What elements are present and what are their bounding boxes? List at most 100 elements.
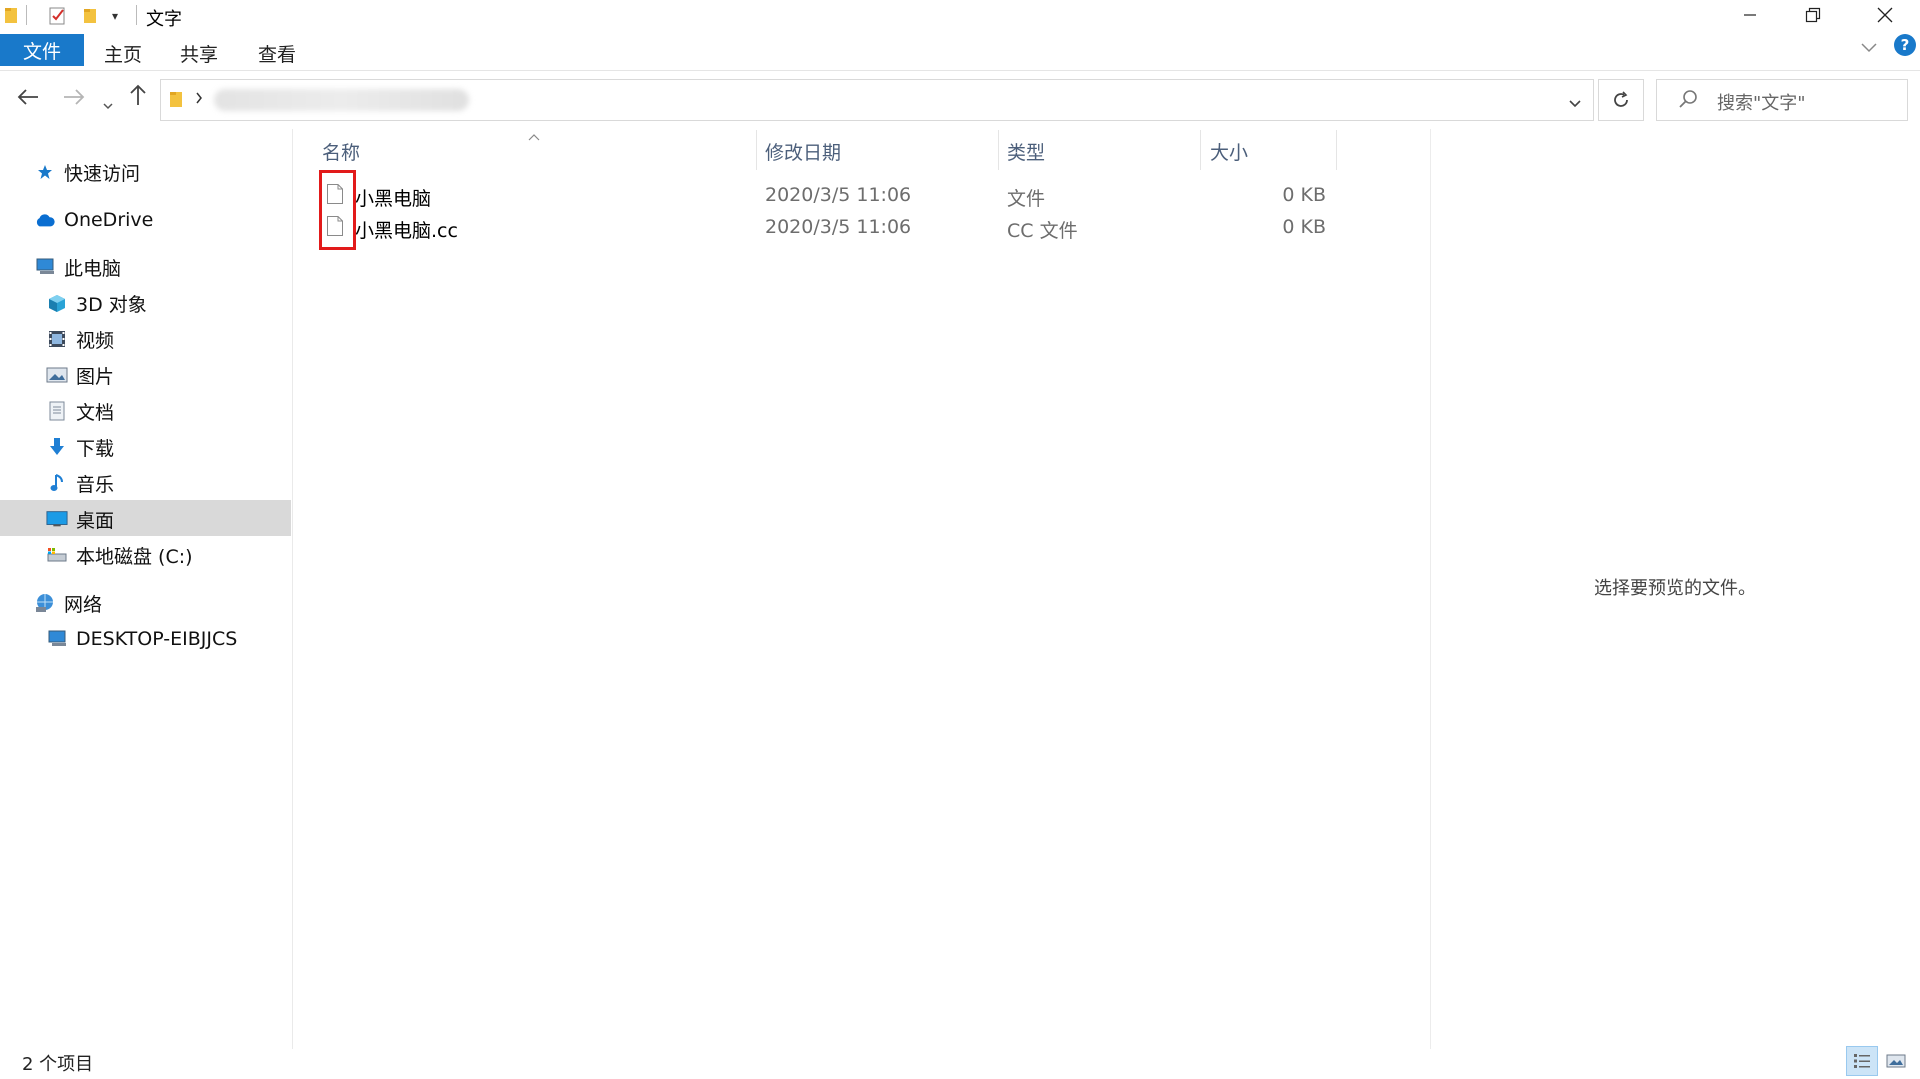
refresh-icon [1614,91,1628,107]
table-row[interactable]: 小黑电脑 2020/3/5 11:06 文件 0 KB [322,179,1332,211]
sidebar-item-label: 3D 对象 [76,293,147,316]
toolbar-separator [136,5,137,25]
breadcrumb-path-blurred[interactable] [214,89,469,111]
column-divider[interactable] [998,130,999,170]
file-name: 小黑电脑.cc [355,220,458,242]
highlight-annotation-box [319,170,356,250]
sidebar-item-label: 此电脑 [64,257,122,280]
video-icon [46,328,68,350]
sidebar-item-documents[interactable]: 文档 [46,394,114,428]
properties-checkmark-icon[interactable] [48,6,68,30]
sidebar-item-label: 本地磁盘 (C:) [76,545,193,568]
file-size: 0 KB [1282,184,1326,206]
file-type: CC 文件 [1007,220,1078,242]
file-size: 0 KB [1282,216,1326,238]
help-button[interactable]: ? [1894,34,1916,56]
ribbon: 文件 主页 共享 查看 ? [0,30,1920,71]
search-placeholder: 搜索"文字" [1717,93,1806,114]
column-divider[interactable] [1336,130,1337,170]
sidebar-item-videos[interactable]: 视频 [46,322,114,356]
toolbar-separator [26,5,27,25]
sidebar-item-downloads[interactable]: 下载 [46,430,114,464]
file-type: 文件 [1007,188,1046,210]
column-divider[interactable] [1200,130,1201,170]
close-button[interactable] [1850,0,1920,30]
computer-icon [34,256,56,278]
sidebar-item-desktop-eibjjcs[interactable]: DESKTOP-EIBJJCS [46,622,237,656]
sidebar-item-label: 音乐 [76,473,115,496]
item-count: 2 个项目 [22,1054,94,1075]
folder-icon [4,6,20,28]
column-header-modified[interactable]: 修改日期 [765,138,841,165]
sidebar-item-label: 文档 [76,401,115,424]
sidebar-item-label: OneDrive [64,209,154,231]
sidebar-item-onedrive[interactable]: OneDrive [34,203,153,237]
up-arrow-icon[interactable] [128,83,148,113]
details-view-button[interactable] [1846,1046,1878,1076]
new-folder-icon[interactable] [82,6,98,28]
recent-locations-chevron-icon[interactable] [102,89,114,117]
details-view-icon [1854,1054,1870,1068]
tab-view[interactable]: 查看 [258,38,296,69]
sidebar-item-desktop[interactable]: 桌面 [46,502,114,536]
table-row[interactable]: 小黑电脑.cc 2020/3/5 11:06 CC 文件 0 KB [322,211,1332,243]
sidebar-item-quick-access[interactable]: 快速访问 [34,155,140,189]
sidebar-item-3d-objects[interactable]: 3D 对象 [46,286,147,320]
column-header-name[interactable]: 名称 [322,138,360,165]
preview-message: 选择要预览的文件。 [1594,578,1756,599]
cloud-icon [34,209,56,231]
sidebar-item-label: 网络 [64,593,103,616]
folder-icon [169,90,185,112]
sidebar-item-label: 快速访问 [64,162,141,185]
column-header-size[interactable]: 大小 [1210,138,1248,165]
breadcrumb-chevron-icon[interactable] [194,90,204,110]
title-bar: ▾ 文字 [0,0,1920,30]
sidebar-item-label: 视频 [76,329,115,352]
restore-button[interactable] [1778,0,1848,30]
tab-home[interactable]: 主页 [104,38,142,69]
large-icons-view-button[interactable] [1880,1046,1912,1076]
sidebar-item-music[interactable]: 音乐 [46,466,114,500]
search-box[interactable]: 搜索"文字" [1656,79,1908,121]
selection-highlight [0,500,291,536]
refresh-button[interactable] [1598,79,1644,121]
search-icon [1677,88,1699,114]
sidebar-item-label: 桌面 [76,509,115,532]
star-icon [34,161,56,183]
window-title: 文字 [146,9,182,30]
sidebar-item-label: DESKTOP-EIBJJCS [76,628,238,650]
forward-arrow-icon[interactable] [62,85,86,113]
document-icon [46,400,68,422]
drive-icon [46,544,68,566]
tab-share[interactable]: 共享 [180,38,218,69]
sidebar-item-this-pc[interactable]: 此电脑 [34,250,121,284]
column-divider[interactable] [756,130,757,170]
column-header-type[interactable]: 类型 [1007,138,1045,165]
download-arrow-icon [46,436,68,458]
minimize-button[interactable] [1715,0,1785,30]
large-icons-view-icon [1886,1054,1906,1068]
tab-file[interactable]: 文件 [0,34,84,66]
sort-ascending-icon [528,126,540,145]
music-note-icon [46,472,68,494]
status-bar [0,1049,1920,1079]
network-icon [34,592,56,614]
desktop-icon [46,508,68,530]
address-dropdown-chevron-icon[interactable] [1568,94,1582,113]
computer-icon [46,628,68,650]
sidebar-item-local-disk-c[interactable]: 本地磁盘 (C:) [46,538,193,572]
sidebar-item-network[interactable]: 网络 [34,586,102,620]
sidebar-item-label: 图片 [76,365,115,388]
customize-dropdown-icon[interactable]: ▾ [112,9,118,23]
back-arrow-icon[interactable] [16,85,40,113]
address-bar[interactable] [160,79,1594,121]
preview-pane-divider[interactable] [1430,129,1431,1049]
sidebar-item-pictures[interactable]: 图片 [46,358,114,392]
picture-icon [46,364,68,386]
file-modified: 2020/3/5 11:06 [765,184,912,206]
sidebar-item-label: 下载 [76,437,115,460]
cube-3d-icon [46,292,68,314]
expand-ribbon-chevron-icon[interactable] [1860,38,1878,57]
file-modified: 2020/3/5 11:06 [765,216,912,238]
file-name: 小黑电脑 [355,188,432,210]
